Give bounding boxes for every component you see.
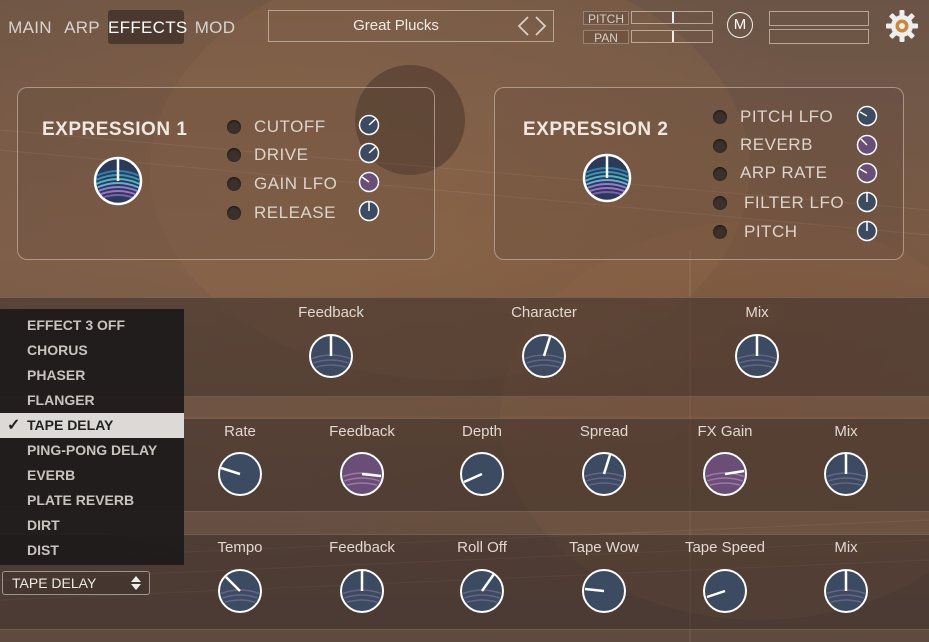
- band2-rate-label: Rate: [224, 423, 256, 440]
- band2-mix-knob[interactable]: [823, 451, 869, 497]
- menu-item-flanger[interactable]: FLANGER: [0, 388, 184, 413]
- pitch-lfo-led[interactable]: [713, 110, 727, 124]
- tab-mod[interactable]: MOD: [190, 10, 240, 44]
- expression-1-panel: EXPRESSION 1 CUTOFF DRIVE GAIN LFO RELEA…: [17, 87, 435, 260]
- preset-prev-next-icon[interactable]: [515, 15, 549, 37]
- cutoff-target-label: CUTOFF: [254, 117, 326, 136]
- top-bar: MAIN ARP EFFECTS MOD Great Plucks PITCH …: [0, 0, 929, 52]
- band2-depth-knob[interactable]: [459, 451, 505, 497]
- expression-2-knob[interactable]: [581, 152, 633, 204]
- menu-item-everb[interactable]: EVERB: [0, 463, 184, 488]
- reverb-target-label: REVERB: [740, 135, 813, 154]
- menu-item-dist[interactable]: DIST: [0, 538, 184, 563]
- drive-target-label: DRIVE: [254, 145, 309, 164]
- band3-tape-speed-knob[interactable]: [702, 568, 748, 614]
- band3-feedback-label: Feedback: [329, 539, 395, 556]
- menu-item-phaser[interactable]: PHASER: [0, 363, 184, 388]
- filter-lfo-led[interactable]: [713, 196, 727, 210]
- drive-amount-knob[interactable]: [358, 142, 380, 164]
- pan-slider[interactable]: [631, 30, 713, 43]
- effect-type-select[interactable]: TAPE DELAY: [2, 571, 150, 595]
- tab-arp[interactable]: ARP: [60, 10, 104, 44]
- cutoff-amount-knob[interactable]: [358, 114, 380, 136]
- tab-effects[interactable]: EFFECTS: [108, 10, 187, 44]
- gain-lfo-amount-knob[interactable]: [358, 171, 380, 193]
- expression-2-title: EXPRESSION 2: [523, 119, 669, 140]
- band2-spread-knob[interactable]: [581, 451, 627, 497]
- filter-lfo-target-label: FILTER LFO: [744, 193, 845, 212]
- band3-tape-wow-knob[interactable]: [581, 568, 627, 614]
- band3-feedback-knob[interactable]: [339, 568, 385, 614]
- arp-rate-amount-knob[interactable]: [856, 162, 878, 184]
- expression-1-title: EXPRESSION 1: [42, 119, 188, 140]
- pitch-label: PITCH: [583, 11, 629, 26]
- level-meter-left: [769, 11, 869, 26]
- band2-rate-knob[interactable]: [217, 451, 263, 497]
- menu-item-plate-reverb[interactable]: PLATE REVERB: [0, 488, 184, 513]
- band2-feedback-knob[interactable]: [339, 451, 385, 497]
- band2-mix-label: Mix: [834, 423, 858, 440]
- menu-item-ping-pong-delay[interactable]: PING-PONG DELAY: [0, 438, 184, 463]
- band2-depth-label: Depth: [461, 423, 503, 440]
- band3-tape-speed-label: Tape Speed: [684, 539, 766, 556]
- expression-2-panel: EXPRESSION 2 PITCH LFO REVERB ARP RATE F…: [494, 87, 904, 260]
- band3-tempo-knob[interactable]: [217, 568, 263, 614]
- reverb-led[interactable]: [713, 139, 727, 153]
- menu-item-chorus[interactable]: CHORUS: [0, 338, 184, 363]
- release-target-label: RELEASE: [254, 203, 336, 222]
- band1-mix-label: Mix: [745, 304, 769, 321]
- preset-selector[interactable]: Great Plucks: [268, 10, 554, 42]
- menu-item-tape-delay-label: TAPE DELAY: [27, 417, 114, 433]
- gain-lfo-led[interactable]: [227, 177, 241, 191]
- arp-rate-led[interactable]: [713, 167, 727, 181]
- tab-main[interactable]: MAIN: [4, 10, 56, 44]
- band2-spread-label: Spread: [579, 423, 629, 440]
- band2-fx-gain-label: FX Gain: [697, 423, 753, 440]
- checkmark-icon: ✓: [7, 417, 21, 434]
- gain-lfo-target-label: GAIN LFO: [254, 174, 338, 193]
- release-amount-knob[interactable]: [358, 200, 380, 222]
- pitch-amount-knob[interactable]: [856, 220, 878, 242]
- band1-feedback-label: Feedback: [298, 304, 364, 321]
- band1-feedback-knob[interactable]: [308, 333, 354, 379]
- pitch-slider[interactable]: [631, 11, 713, 24]
- band3-tempo-label: Tempo: [217, 539, 263, 556]
- band1-character-knob[interactable]: [521, 333, 567, 379]
- reverb-amount-knob[interactable]: [856, 134, 878, 156]
- menu-item-dirt[interactable]: DIRT: [0, 513, 184, 538]
- band2-fx-gain-knob[interactable]: [702, 451, 748, 497]
- expression-1-knob[interactable]: [92, 155, 144, 207]
- effect-type-menu: EFFECT 3 OFF CHORUS PHASER FLANGER ✓ TAP…: [0, 309, 184, 565]
- preset-name: Great Plucks: [353, 17, 439, 34]
- band1-mix-knob[interactable]: [734, 333, 780, 379]
- menu-item-tape-delay[interactable]: ✓ TAPE DELAY: [0, 413, 184, 438]
- level-meter-right: [769, 29, 869, 44]
- drive-led[interactable]: [227, 148, 241, 162]
- band3-tape-wow-label: Tape Wow: [569, 539, 639, 556]
- release-led[interactable]: [227, 206, 241, 220]
- cutoff-led[interactable]: [227, 120, 241, 134]
- pitch-led[interactable]: [713, 225, 727, 239]
- midi-learn-button[interactable]: M: [727, 12, 753, 38]
- pitch-lfo-amount-knob[interactable]: [856, 105, 878, 127]
- band1-character-label: Character: [511, 304, 577, 321]
- pan-label: PAN: [583, 30, 629, 45]
- pitch-lfo-target-label: PITCH LFO: [740, 107, 834, 126]
- menu-item-effect-3-off[interactable]: EFFECT 3 OFF: [0, 313, 184, 338]
- band2-feedback-label: Feedback: [329, 423, 395, 440]
- pitch-target-label: PITCH: [744, 222, 798, 241]
- settings-gear-icon[interactable]: [884, 8, 920, 44]
- arp-rate-target-label: ARP RATE: [740, 163, 828, 182]
- up-down-arrows-icon: [131, 576, 141, 590]
- band3-mix-label: Mix: [834, 539, 858, 556]
- filter-lfo-amount-knob[interactable]: [856, 191, 878, 213]
- effect-type-select-value: TAPE DELAY: [12, 575, 97, 591]
- band3-roll-off-knob[interactable]: [459, 568, 505, 614]
- band3-mix-knob[interactable]: [823, 568, 869, 614]
- band3-roll-off-label: Roll Off: [457, 539, 507, 556]
